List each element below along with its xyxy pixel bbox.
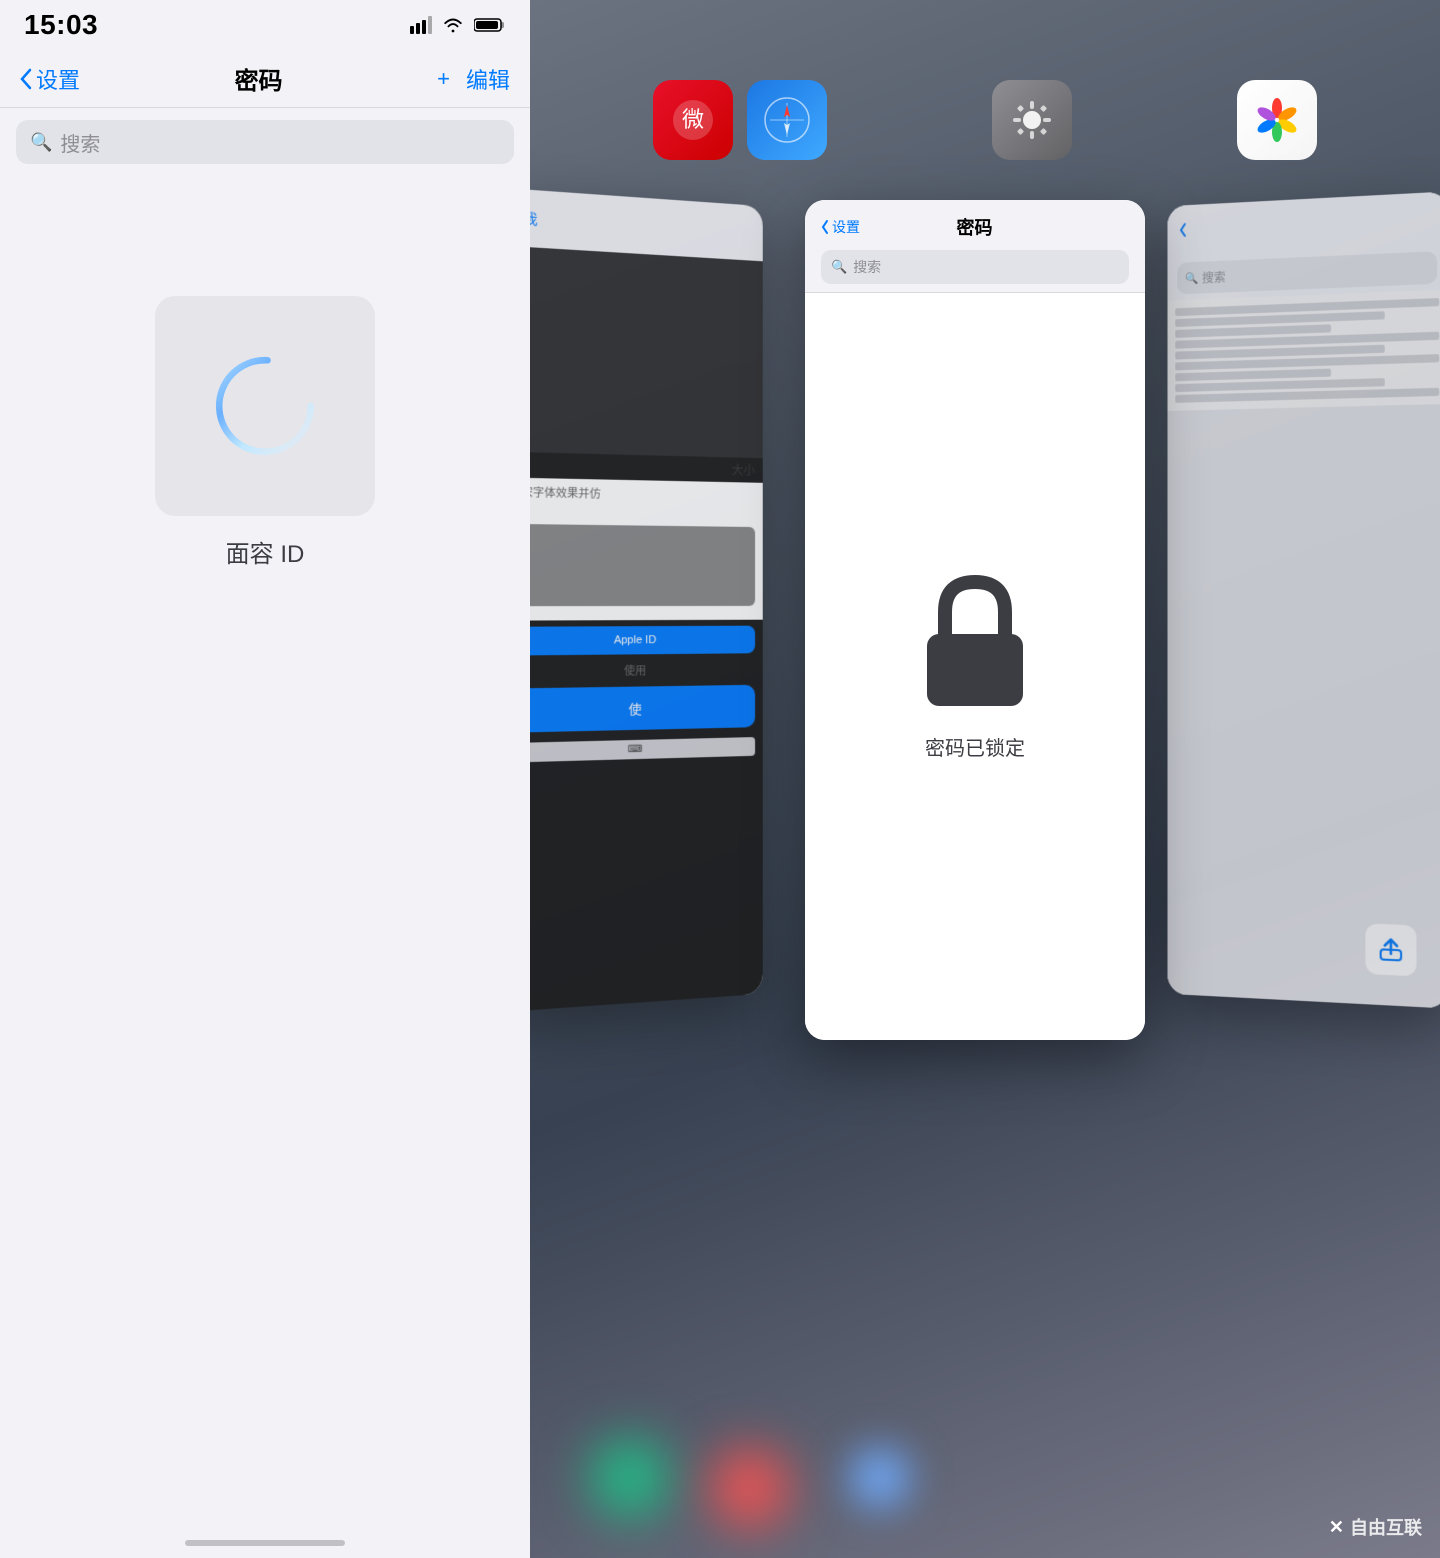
lock-icon xyxy=(915,572,1035,712)
face-id-card xyxy=(155,296,375,516)
keyboard-icon: ⌨ xyxy=(628,744,642,755)
watermark-x: ✕ xyxy=(1329,1517,1344,1538)
photos-app-icon[interactable] xyxy=(1237,80,1317,160)
thumbnail-rows xyxy=(1175,298,1439,403)
bg-dot-green xyxy=(590,1438,670,1518)
safari-icon xyxy=(762,95,812,145)
watermark: ✕ 自由互联 xyxy=(1329,1514,1422,1540)
watermark-text: 自由互联 xyxy=(1350,1514,1422,1540)
left-card-back: ‹ 我 xyxy=(530,207,538,229)
settings-icon xyxy=(1009,97,1055,143)
right-card-thumbnail xyxy=(1167,290,1440,411)
back-label: 设置 xyxy=(36,63,80,95)
left-card[interactable]: ‹ 我 大小 仿宋字体效果并仿 #M Apple ID xyxy=(530,188,763,1012)
right-card-nav xyxy=(1167,191,1440,257)
use-button[interactable]: 使 xyxy=(530,685,755,733)
face-id-wrapper: 面容 ID xyxy=(155,296,375,569)
right-panel: 微 xyxy=(530,0,1440,1558)
edit-button[interactable]: 编辑 xyxy=(466,63,510,95)
home-indicator xyxy=(185,1540,345,1546)
signal-icon xyxy=(410,16,432,34)
right-back-chevron xyxy=(1179,221,1187,237)
right-search-icon: 🔍 xyxy=(1185,271,1198,284)
center-card-inner: 设置 密码 🔍 搜索 xyxy=(805,200,1145,1040)
nav-bar: 设置 密码 + 编辑 xyxy=(0,50,530,108)
center-card-content: 密码已锁定 xyxy=(805,293,1145,1040)
settings-app-icon[interactable] xyxy=(992,80,1072,160)
search-icon: 🔍 xyxy=(30,132,52,153)
search-bar-container: 🔍 搜索 xyxy=(0,108,530,176)
left-card-dark-section xyxy=(530,246,763,459)
center-back-chevron xyxy=(821,219,829,235)
status-bar: 15:03 xyxy=(0,0,530,50)
search-bar[interactable]: 🔍 搜索 xyxy=(16,120,514,164)
nav-back-button[interactable]: 设置 xyxy=(20,63,80,95)
cards-container: ‹ 我 大小 仿宋字体效果并仿 #M Apple ID xyxy=(530,200,1440,1558)
center-back-button[interactable]: 设置 xyxy=(821,217,860,237)
right-card[interactable]: 🔍 搜索 xyxy=(1167,191,1440,1008)
right-search-placeholder: 搜索 xyxy=(1202,268,1225,286)
face-id-label: 面容 ID xyxy=(226,534,305,569)
center-search-placeholder: 搜索 xyxy=(853,257,881,277)
left-card-gray-text: 仿宋字体效果并仿 xyxy=(530,486,755,506)
right-card-content xyxy=(1167,290,1440,1009)
center-search-bar[interactable]: 🔍 搜索 xyxy=(821,250,1129,284)
thumb-row-7 xyxy=(1175,369,1331,382)
left-card-text: 仿宋字体效果并仿 #M xyxy=(530,477,763,621)
svg-text:微: 微 xyxy=(682,107,704,132)
app-icons-row: 微 xyxy=(530,80,1440,160)
use-label: 使用 xyxy=(530,659,763,682)
right-search-bar[interactable]: 🔍 搜索 xyxy=(1177,251,1437,294)
content-area: 面容 ID xyxy=(0,176,530,1558)
app-icon-group-left: 微 xyxy=(653,80,827,160)
share-icon xyxy=(1377,935,1406,965)
locked-title: 密码已锁定 xyxy=(925,732,1025,761)
center-search-icon: 🔍 xyxy=(831,259,847,275)
center-nav-title: 密码 xyxy=(860,214,1089,240)
back-chevron-icon xyxy=(20,68,32,90)
right-card-inner: 🔍 搜索 xyxy=(1167,191,1440,1008)
right-card-back[interactable] xyxy=(1179,221,1187,240)
share-icon-area[interactable] xyxy=(1365,923,1416,976)
battery-icon xyxy=(474,16,506,34)
center-card-nav: 设置 密码 🔍 搜索 xyxy=(805,200,1145,293)
left-card-hash: #M xyxy=(530,506,755,522)
nav-actions: + 编辑 xyxy=(437,63,510,95)
wifi-icon xyxy=(442,16,464,34)
center-card[interactable]: 设置 密码 🔍 搜索 xyxy=(805,200,1145,1040)
weibo-icon: 微 xyxy=(670,97,716,143)
safari-app-icon[interactable] xyxy=(747,80,827,160)
apple-id-button[interactable]: Apple ID xyxy=(530,626,755,656)
status-time: 15:03 xyxy=(24,9,98,41)
left-panel: 15:03 xyxy=(0,0,530,1558)
search-placeholder-text: 搜索 xyxy=(60,128,100,157)
weibo-app-icon[interactable]: 微 xyxy=(653,80,733,160)
left-card-image-placeholder xyxy=(530,524,755,606)
keyboard-area: ⌨ xyxy=(530,737,755,763)
add-button[interactable]: + xyxy=(437,66,450,92)
face-id-ring xyxy=(205,346,325,466)
center-nav-row: 设置 密码 xyxy=(821,214,1129,240)
status-icons xyxy=(410,16,506,34)
left-card-inner: ‹ 我 大小 仿宋字体效果并仿 #M Apple ID xyxy=(530,188,763,1012)
bg-dot-red xyxy=(710,1448,790,1528)
bg-dot-blue xyxy=(850,1448,910,1508)
photos-icon xyxy=(1252,95,1302,145)
nav-title: 密码 xyxy=(235,61,283,96)
